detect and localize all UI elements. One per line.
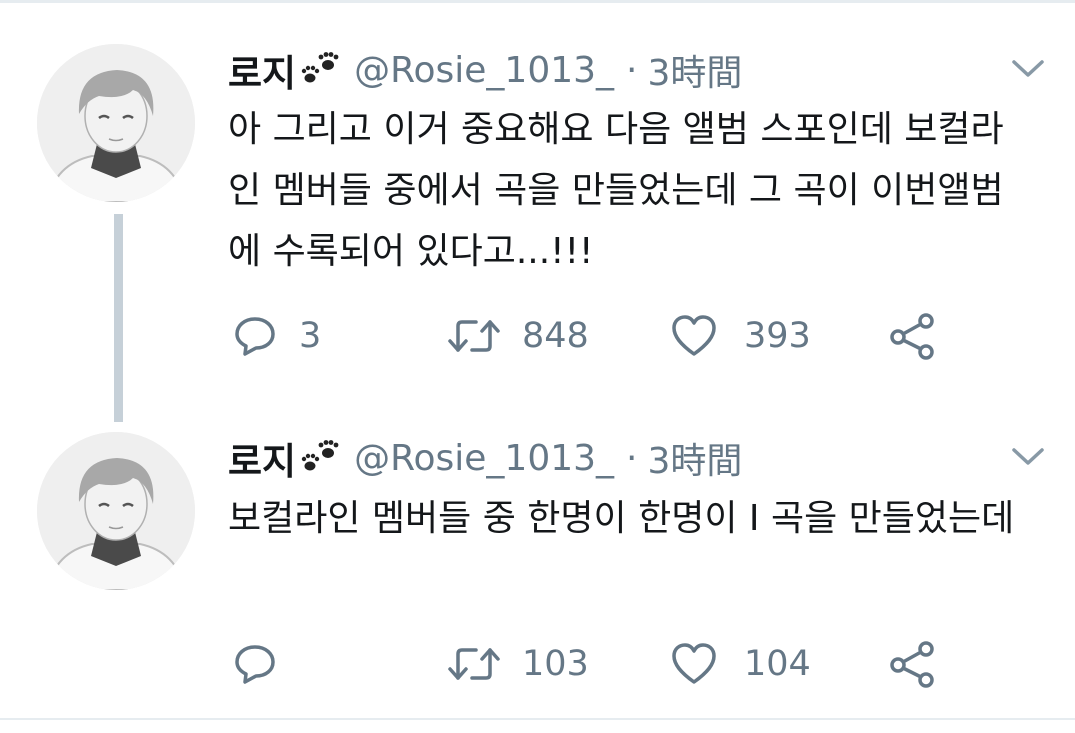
heart-icon [670, 642, 718, 686]
separator-dot: · [626, 49, 638, 91]
tweet[interactable]: 로지 @Rosie_1013_ · 3時間 보컬라인 멤버들 중 한명이 한명이… [0, 410, 1075, 718]
paw-prints-icon [300, 440, 340, 476]
retweet-button[interactable]: 848 [446, 308, 589, 364]
heart-icon [670, 314, 718, 358]
reply-icon [233, 642, 277, 686]
avatar[interactable] [37, 432, 195, 590]
tweet-header: 로지 @Rosie_1013_ · 3時間 [228, 432, 742, 484]
reply-icon [233, 314, 277, 358]
share-button[interactable] [888, 308, 938, 364]
chevron-down-icon[interactable] [1010, 446, 1046, 468]
like-button[interactable]: 104 [670, 636, 811, 692]
tweet[interactable]: 로지 @Rosie_1013_ · 3時間 아 그리고 이거 중요해요 다음 앨… [0, 0, 1075, 410]
share-icon [888, 640, 938, 688]
retweet-icon [446, 642, 502, 686]
tweet-header: 로지 @Rosie_1013_ · 3時間 [228, 44, 742, 96]
retweet-icon [446, 314, 502, 358]
like-button[interactable]: 393 [670, 308, 811, 364]
author-name[interactable]: 로지 [228, 431, 296, 485]
retweet-count: 848 [522, 316, 589, 356]
tweet-actions: 103 104 [228, 636, 968, 692]
author-name[interactable]: 로지 [228, 43, 296, 97]
paw-prints-icon [300, 52, 340, 88]
chevron-down-icon[interactable] [1010, 58, 1046, 80]
tweet-timestamp[interactable]: 3時間 [648, 44, 743, 96]
like-count: 393 [744, 316, 811, 356]
tweet-text: 보컬라인 멤버들 중 한명이 한명이 I 곡을 만들었는데 [228, 498, 1015, 539]
retweet-count: 103 [522, 644, 589, 684]
reply-button[interactable] [233, 636, 299, 692]
share-icon [888, 312, 938, 360]
separator-dot: · [626, 437, 638, 479]
like-count: 104 [744, 644, 811, 684]
retweet-button[interactable]: 103 [446, 636, 589, 692]
avatar[interactable] [37, 44, 195, 202]
tweet-timestamp[interactable]: 3時間 [648, 432, 743, 484]
bottom-divider [0, 718, 1075, 720]
share-button[interactable] [888, 636, 938, 692]
reply-count: 3 [299, 316, 322, 356]
author-handle[interactable]: @Rosie_1013_ [354, 50, 614, 91]
tweet-actions: 3 848 393 [228, 308, 968, 364]
reply-button[interactable]: 3 [233, 308, 321, 364]
author-handle[interactable]: @Rosie_1013_ [354, 438, 614, 479]
tweet-text: 아 그리고 이거 중요해요 다음 앨범 스포인데 보컬라인 멤버들 중에서 곡을… [228, 109, 1004, 272]
